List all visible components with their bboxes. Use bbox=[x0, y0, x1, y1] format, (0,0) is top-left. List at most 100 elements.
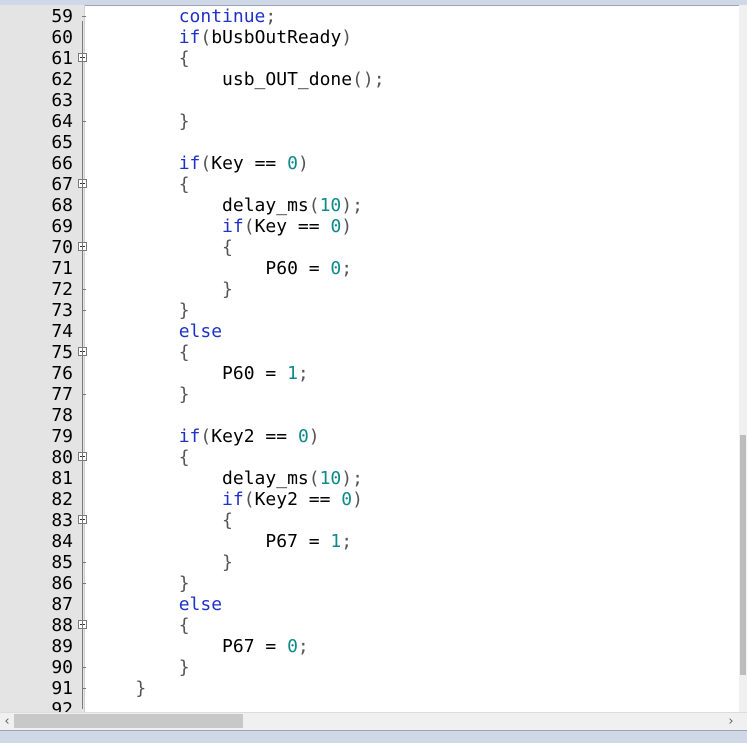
code-text[interactable]: P60 = 0; bbox=[92, 258, 352, 279]
code-punctuation: } bbox=[222, 552, 233, 573]
code-punctuation: ) bbox=[297, 153, 309, 174]
code-text[interactable]: P67 = 0; bbox=[92, 636, 309, 657]
line-number: 79 bbox=[51, 426, 73, 447]
vertical-scrollbar-thumb[interactable] bbox=[740, 435, 746, 675]
code-text[interactable]: } bbox=[92, 384, 190, 405]
scroll-left-arrow-icon[interactable]: ‹ bbox=[0, 713, 14, 730]
code-punctuation: { bbox=[222, 510, 233, 531]
code-text[interactable]: delay_ms(10); bbox=[92, 468, 363, 489]
code-text[interactable]: { bbox=[92, 342, 190, 363]
code-line: 82 if(Key2 == 0) bbox=[0, 489, 739, 510]
code-editor[interactable]: 59 continue; 60 if(bUsbOutReady) 61 {62 us… bbox=[0, 5, 739, 712]
code-keyword: continue bbox=[178, 6, 266, 27]
line-number: 61 bbox=[51, 48, 73, 69]
line-number: 80 bbox=[51, 447, 73, 468]
fold-end-tick bbox=[82, 121, 86, 122]
code-punctuation: ( bbox=[308, 468, 320, 489]
line-number: 88 bbox=[51, 615, 73, 636]
code-text[interactable]: { bbox=[92, 48, 190, 69]
code-text[interactable]: else bbox=[92, 594, 222, 615]
fold-end-tick bbox=[82, 394, 86, 395]
code-token: Key == bbox=[211, 153, 288, 174]
code-line: 75 { bbox=[0, 342, 739, 363]
code-text[interactable]: } bbox=[92, 552, 233, 573]
code-line: 86 } bbox=[0, 573, 739, 594]
code-token: P67 = bbox=[92, 636, 288, 657]
code-punctuation: ( bbox=[200, 426, 212, 447]
code-text[interactable]: { bbox=[92, 510, 233, 531]
code-text[interactable]: { bbox=[92, 615, 190, 636]
code-punctuation: ( bbox=[243, 216, 255, 237]
code-text[interactable]: } bbox=[92, 573, 190, 594]
code-punctuation: ) bbox=[341, 27, 353, 48]
code-text[interactable]: } bbox=[92, 657, 190, 678]
code-punctuation: ) bbox=[352, 489, 363, 510]
code-text[interactable]: P67 = 1; bbox=[92, 531, 352, 552]
horizontal-scrollbar[interactable]: ‹ › bbox=[0, 712, 747, 730]
code-line: 60 if(bUsbOutReady) bbox=[0, 27, 739, 48]
code-text[interactable]: } bbox=[92, 678, 146, 699]
line-number: 81 bbox=[51, 468, 73, 489]
code-punctuation: (); bbox=[352, 69, 385, 90]
fold-guide-line bbox=[82, 21, 83, 709]
line-number: 68 bbox=[51, 195, 73, 216]
code-text[interactable]: delay_ms(10); bbox=[92, 195, 363, 216]
code-text[interactable]: if(bUsbOutReady) bbox=[92, 27, 352, 48]
code-punctuation: } bbox=[178, 573, 190, 594]
line-number: 59 bbox=[51, 6, 73, 27]
code-number: 0 bbox=[287, 636, 298, 657]
code-token: Key2 == bbox=[254, 489, 342, 510]
line-number: 83 bbox=[51, 510, 73, 531]
code-text[interactable]: continue; bbox=[92, 6, 277, 27]
code-text[interactable]: if(Key2 == 0) bbox=[92, 489, 363, 510]
code-punctuation: { bbox=[222, 237, 233, 258]
code-line: 91 } bbox=[0, 678, 739, 699]
line-number: 92 bbox=[51, 699, 73, 712]
line-number: 62 bbox=[51, 69, 73, 90]
code-text[interactable]: } bbox=[92, 279, 233, 300]
code-text[interactable]: if(Key == 0) bbox=[92, 153, 309, 174]
code-text[interactable]: } bbox=[92, 300, 190, 321]
scroll-right-arrow-icon[interactable]: › bbox=[724, 713, 738, 730]
code-punctuation: { bbox=[178, 48, 190, 69]
code-line: 81 delay_ms(10); bbox=[0, 468, 739, 489]
code-punctuation: { bbox=[178, 174, 190, 195]
fold-end-tick bbox=[82, 310, 86, 311]
code-text[interactable]: if(Key == 0) bbox=[92, 216, 352, 237]
code-text[interactable]: P60 = 1; bbox=[92, 363, 309, 384]
code-line: 59 continue; bbox=[0, 6, 739, 27]
code-text[interactable]: { bbox=[92, 237, 233, 258]
code-token: delay_ms bbox=[92, 195, 309, 216]
fold-end-tick bbox=[82, 289, 86, 290]
line-number: 91 bbox=[51, 678, 73, 699]
code-punctuation: } bbox=[178, 657, 190, 678]
code-text[interactable]: } bbox=[92, 111, 190, 132]
line-number: 60 bbox=[51, 27, 73, 48]
code-text[interactable]: { bbox=[92, 447, 190, 468]
fold-end-tick bbox=[82, 562, 86, 563]
vertical-scrollbar[interactable] bbox=[739, 5, 747, 712]
code-text[interactable]: if(Key2 == 0) bbox=[92, 426, 320, 447]
code-text[interactable]: usb_OUT_done(); bbox=[92, 69, 385, 90]
code-number: 0 bbox=[297, 426, 309, 447]
code-line: 74 else bbox=[0, 321, 739, 342]
fold-end-tick bbox=[82, 667, 86, 668]
code-text[interactable]: { bbox=[92, 174, 190, 195]
code-text[interactable]: else bbox=[92, 321, 222, 342]
line-number: 64 bbox=[51, 111, 73, 132]
code-line: 68 delay_ms(10); bbox=[0, 195, 739, 216]
horizontal-scrollbar-thumb[interactable] bbox=[14, 714, 243, 728]
line-number: 89 bbox=[51, 636, 73, 657]
code-line: 85 } bbox=[0, 552, 739, 573]
